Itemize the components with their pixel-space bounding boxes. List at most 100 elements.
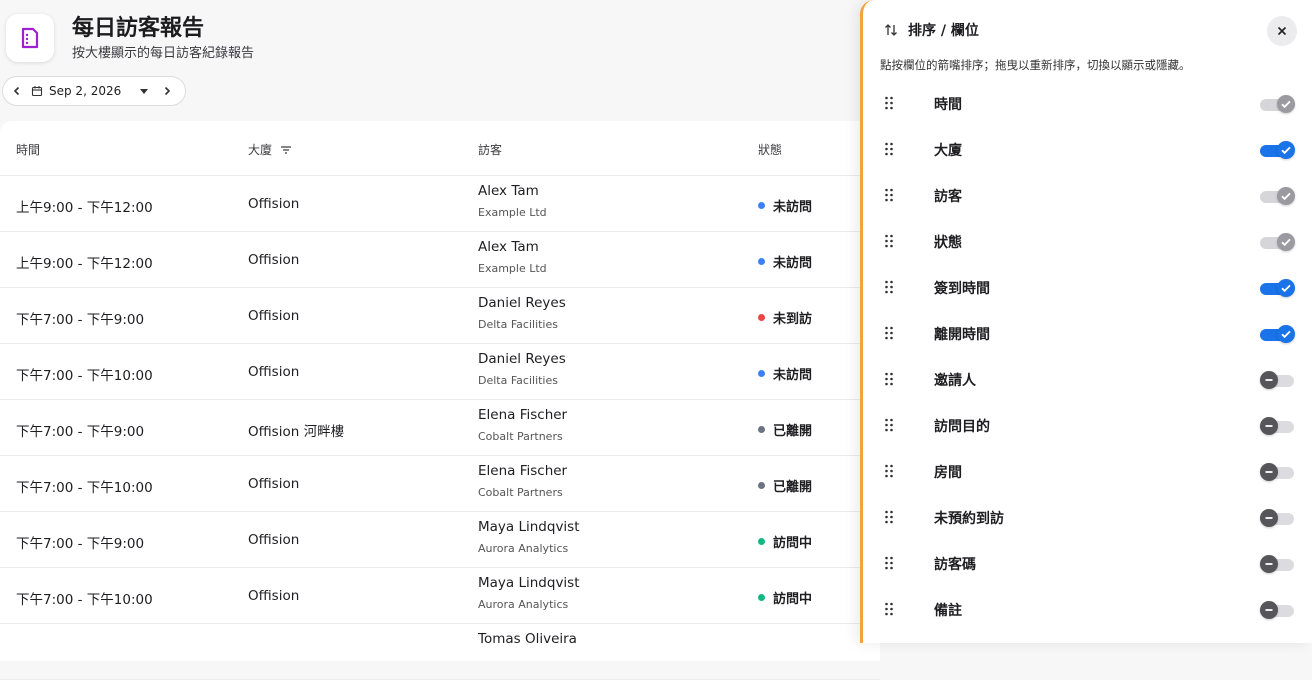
visitor-company: Cobalt Partners (478, 430, 563, 443)
check-icon (1277, 325, 1295, 343)
table-row[interactable]: 下午7:00 - 下午9:00 Offision 河畔樓 Elena Fischer… (0, 400, 880, 456)
drag-handle-icon[interactable] (884, 555, 894, 574)
column-setting-row[interactable]: 時間 (880, 81, 1300, 127)
table-row[interactable]: Tomas Oliveira (0, 624, 880, 680)
cell-visitor: Elena Fischer Cobalt Partners (478, 463, 567, 499)
column-setting-row[interactable]: 訪客碼 (880, 541, 1300, 587)
drag-handle-icon[interactable] (884, 463, 894, 482)
drag-handle-icon[interactable] (884, 509, 894, 528)
column-setting-row[interactable]: 簽到時間 (880, 265, 1300, 311)
table-row[interactable]: 下午7:00 - 下午9:00 Offision Maya Lindqvist Aur… (0, 512, 880, 568)
column-setting-row[interactable]: 離開時間 (880, 311, 1300, 357)
cell-visitor: Maya Lindqvist Aurora Analytics (478, 575, 580, 611)
drag-handle-icon[interactable] (884, 279, 894, 298)
visitor-table: 時間 大廈 訪客 狀態 上午9:00 - 下午12:00 Offision Alex… (0, 121, 880, 680)
prev-day-button[interactable] (3, 77, 31, 105)
column-visibility-toggle[interactable] (1260, 417, 1296, 435)
column-header-building[interactable]: 大廈 (248, 141, 292, 158)
visitor-company: Delta Facilities (478, 374, 558, 387)
status-label: 未訪問 (773, 200, 813, 215)
caret-down-icon[interactable] (135, 88, 153, 94)
sort-icon (885, 24, 897, 36)
column-setting-label: 訪客 (934, 189, 962, 205)
visitor-company: Aurora Analytics (478, 542, 569, 555)
column-setting-row[interactable]: 未預約到訪 (880, 495, 1300, 541)
cell-time: 上午9:00 - 下午12:00 (16, 200, 153, 216)
check-icon (1277, 233, 1295, 251)
column-header-status[interactable]: 狀態 (758, 141, 782, 158)
cell-visitor: Daniel Reyes Delta Facilities (478, 351, 566, 387)
drag-handle-icon[interactable] (884, 417, 894, 436)
filter-icon (281, 145, 292, 154)
visitor-company: Example Ltd (478, 206, 547, 219)
drag-handle-icon[interactable] (884, 601, 894, 620)
column-visibility-toggle[interactable] (1260, 325, 1296, 343)
status-dot (758, 258, 765, 265)
status-dot (758, 314, 765, 321)
table-row[interactable]: 下午7:00 - 下午9:00 Offision Daniel Reyes Delta… (0, 288, 880, 344)
close-panel-button[interactable] (1267, 16, 1297, 46)
status-label: 已離開 (773, 424, 813, 439)
column-visibility-toggle[interactable] (1260, 601, 1296, 619)
column-setting-row[interactable]: 大廈 (880, 127, 1300, 173)
column-setting-row[interactable]: 訪問目的 (880, 403, 1300, 449)
visitor-name: Daniel Reyes (478, 295, 566, 311)
visitor-name: Alex Tam (478, 183, 539, 199)
drag-handle-icon[interactable] (884, 233, 894, 252)
cell-time: 下午7:00 - 下午10:00 (16, 368, 153, 384)
column-setting-row[interactable]: 訪客 (880, 173, 1300, 219)
status-dot (758, 538, 765, 545)
table-row[interactable]: 上午9:00 - 下午12:00 Offision Alex Tam Example … (0, 232, 880, 288)
drag-handle-icon[interactable] (884, 187, 894, 206)
page-title: 每日訪客報告 (72, 16, 205, 41)
column-visibility-toggle[interactable] (1260, 187, 1296, 205)
cell-visitor: Elena Fischer Cobalt Partners (478, 407, 567, 443)
visitor-name: Maya Lindqvist (478, 519, 580, 535)
visitor-company: Delta Facilities (478, 318, 558, 331)
date-value: Sep 2, 2026 (49, 84, 122, 98)
column-visibility-toggle[interactable] (1260, 555, 1296, 573)
visitor-name: Alex Tam (478, 239, 539, 255)
date-picker[interactable]: Sep 2, 2026 (2, 76, 186, 106)
status-label: 訪問中 (773, 592, 813, 607)
column-visibility-toggle[interactable] (1260, 233, 1296, 251)
column-visibility-toggle[interactable] (1260, 141, 1296, 159)
cell-visitor: Daniel Reyes Delta Facilities (478, 295, 566, 331)
status-badge: 未訪問 (758, 364, 812, 383)
visitor-company: Cobalt Partners (478, 486, 563, 499)
column-visibility-toggle[interactable] (1260, 371, 1296, 389)
cell-time: 下午7:00 - 下午9:00 (16, 312, 145, 328)
column-visibility-toggle[interactable] (1260, 509, 1296, 527)
drag-handle-icon[interactable] (884, 141, 894, 160)
cell-visitor: Maya Lindqvist Aurora Analytics (478, 519, 580, 555)
panel-title: 排序 / 欄位 (884, 20, 979, 40)
date-display[interactable]: Sep 2, 2026 (31, 84, 121, 98)
table-header: 時間 大廈 訪客 狀態 (0, 121, 880, 176)
minus-icon (1260, 417, 1278, 435)
status-label: 未訪問 (773, 256, 813, 271)
drag-handle-icon[interactable] (884, 371, 894, 390)
visitor-name: Daniel Reyes (478, 351, 566, 367)
column-setting-row[interactable]: 房間 (880, 449, 1300, 495)
drag-handle-icon[interactable] (884, 325, 894, 344)
visitor-name: Elena Fischer (478, 463, 568, 479)
column-visibility-toggle[interactable] (1260, 95, 1296, 113)
table-row[interactable]: 下午7:00 - 下午10:00 Offision Daniel Reyes Delt… (0, 344, 880, 400)
drag-handle-icon[interactable] (884, 95, 894, 114)
next-day-button[interactable] (153, 77, 181, 105)
table-row[interactable]: 上午9:00 - 下午12:00 Offision Alex Tam Example … (0, 176, 880, 232)
table-row[interactable]: 下午7:00 - 下午10:00 Offision Maya Lindqvist Au… (0, 568, 880, 624)
column-header-visitor[interactable]: 訪客 (478, 141, 502, 158)
app-icon (6, 14, 54, 62)
cell-building: Offision (248, 252, 300, 268)
column-visibility-toggle[interactable] (1260, 279, 1296, 297)
cell-building: Offision (248, 364, 300, 380)
column-visibility-toggle[interactable] (1260, 463, 1296, 481)
status-dot (758, 202, 765, 209)
column-setting-row[interactable]: 狀態 (880, 219, 1300, 265)
column-setting-row[interactable]: 備註 (880, 587, 1300, 633)
column-setting-row[interactable]: 邀請人 (880, 357, 1300, 403)
table-row[interactable]: 下午7:00 - 下午10:00 Offision Elena Fischer Cob… (0, 456, 880, 512)
status-badge: 未訪問 (758, 252, 812, 271)
column-header-time[interactable]: 時間 (16, 141, 40, 158)
